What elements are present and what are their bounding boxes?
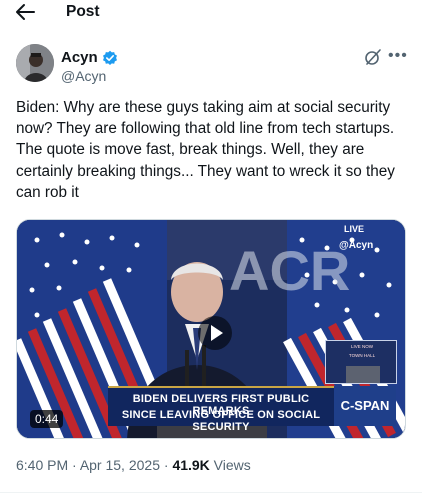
overlay-handle: @Acyn (339, 240, 374, 251)
post-text: Biden: Why are these guys taking aim at … (16, 99, 395, 201)
verified-badge-icon (102, 50, 117, 65)
inset-preview: LIVE NOW TOWN HALL (325, 340, 397, 384)
post-date[interactable]: Apr 15, 2025 (80, 457, 160, 473)
post-time[interactable]: 6:40 PM (16, 457, 68, 473)
video-player[interactable]: ACR LIVE @Acyn LIVE NOW TOWN HALL BIDEN … (16, 219, 406, 439)
video-duration: 0:44 (30, 410, 64, 428)
post-header: Acyn @Acyn (0, 44, 422, 86)
live-badge: LIVE (344, 224, 365, 234)
more-horizontal-icon[interactable]: ••• (388, 47, 407, 67)
views-label: Views (209, 457, 251, 473)
avatar[interactable] (16, 44, 54, 82)
inset-line-2: TOWN HALL (348, 353, 376, 358)
inset-image (346, 366, 380, 383)
network-logo: C-SPAN (334, 386, 396, 426)
meta-separator: · (159, 457, 173, 473)
grok-icon[interactable] (364, 48, 382, 66)
play-icon[interactable] (198, 316, 232, 350)
arrow-left-icon[interactable] (14, 2, 36, 22)
divider (0, 492, 422, 493)
news-chyron: BIDEN DELIVERS FIRST PUBLIC REMARKS SINC… (108, 386, 334, 433)
top-bar: Post (0, 0, 422, 26)
author-name[interactable]: Acyn (61, 49, 98, 66)
backdrop-text: ACR (229, 239, 351, 302)
page-title: Post (66, 3, 100, 20)
post-meta: 6:40 PM · Apr 15, 2025 · 41.9K Views (16, 457, 251, 473)
meta-separator: · (68, 457, 80, 473)
author-name-row: Acyn (61, 49, 118, 66)
chyron-line-2: SINCE LEAVING OFFICE ON SOCIAL SECURITY (121, 409, 321, 433)
inset-line-1: LIVE NOW (350, 344, 373, 349)
author-handle[interactable]: @Acyn (61, 68, 106, 84)
views-count: 41.9K (172, 457, 210, 473)
